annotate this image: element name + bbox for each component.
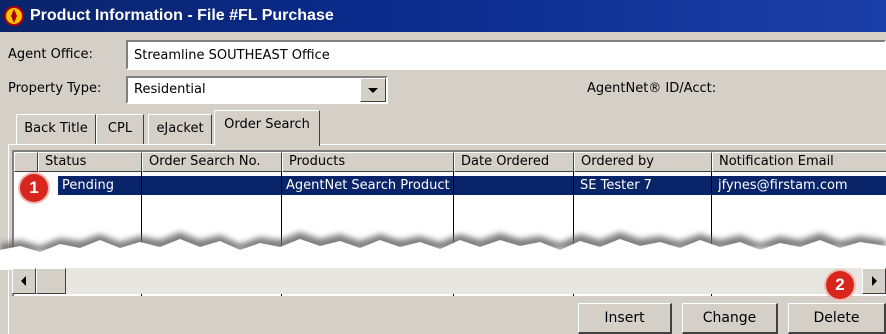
arrow-left-icon [21,276,26,286]
delete-button[interactable]: Delete [788,303,886,334]
tab-ejacket[interactable]: eJacket [148,114,212,144]
scroll-left-button[interactable] [12,268,36,294]
agent-office-input[interactable] [134,42,884,68]
window-title-bar[interactable]: Product Information - File #FL Purchase [0,0,886,32]
property-type-select[interactable]: Residential [126,76,388,104]
insert-button[interactable]: Insert [578,303,672,334]
column-header-products[interactable]: Products [282,152,454,172]
row-indicator-header [14,152,38,172]
annotation-badge-1: 1 [20,174,48,202]
window-title: Product Information - File #FL Purchase [30,7,334,24]
torn-edge-graphic [0,232,886,270]
cell-ordered-by: SE Tester 7 [580,178,652,193]
tab-cpl[interactable]: CPL [96,114,144,144]
annotation-badge-2: 2 [826,271,854,299]
property-type-dropdown-button[interactable] [360,78,386,102]
tab-back-title[interactable]: Back Title [16,114,96,144]
column-header-notification-email[interactable]: Notification Email [712,152,886,172]
chevron-down-icon [368,88,378,93]
property-type-value: Residential [134,82,206,97]
cell-products: AgentNet Search Products [286,178,450,193]
agent-office-label: Agent Office: [8,47,93,62]
cell-notification-email: jfynes@firstam.com [718,178,848,193]
cell-status: Pending [62,178,114,193]
agent-office-field[interactable] [126,40,886,70]
property-type-label: Property Type: [8,81,102,96]
change-button[interactable]: Change [682,303,778,334]
column-header-status[interactable]: Status [38,152,142,172]
agentnet-id-label: AgentNet® ID/Acct: [587,81,717,96]
app-logo-icon [4,6,24,26]
scroll-thumb[interactable] [36,268,66,294]
scroll-right-button[interactable] [862,268,886,294]
arrow-right-icon [872,276,877,286]
horizontal-scrollbar[interactable] [12,268,886,294]
column-header-date-ordered[interactable]: Date Ordered [454,152,574,172]
column-header-ordered-by[interactable]: Ordered by [574,152,712,172]
column-header-order-search-no[interactable]: Order Search No. [142,152,282,172]
tab-order-search[interactable]: Order Search [214,110,320,146]
